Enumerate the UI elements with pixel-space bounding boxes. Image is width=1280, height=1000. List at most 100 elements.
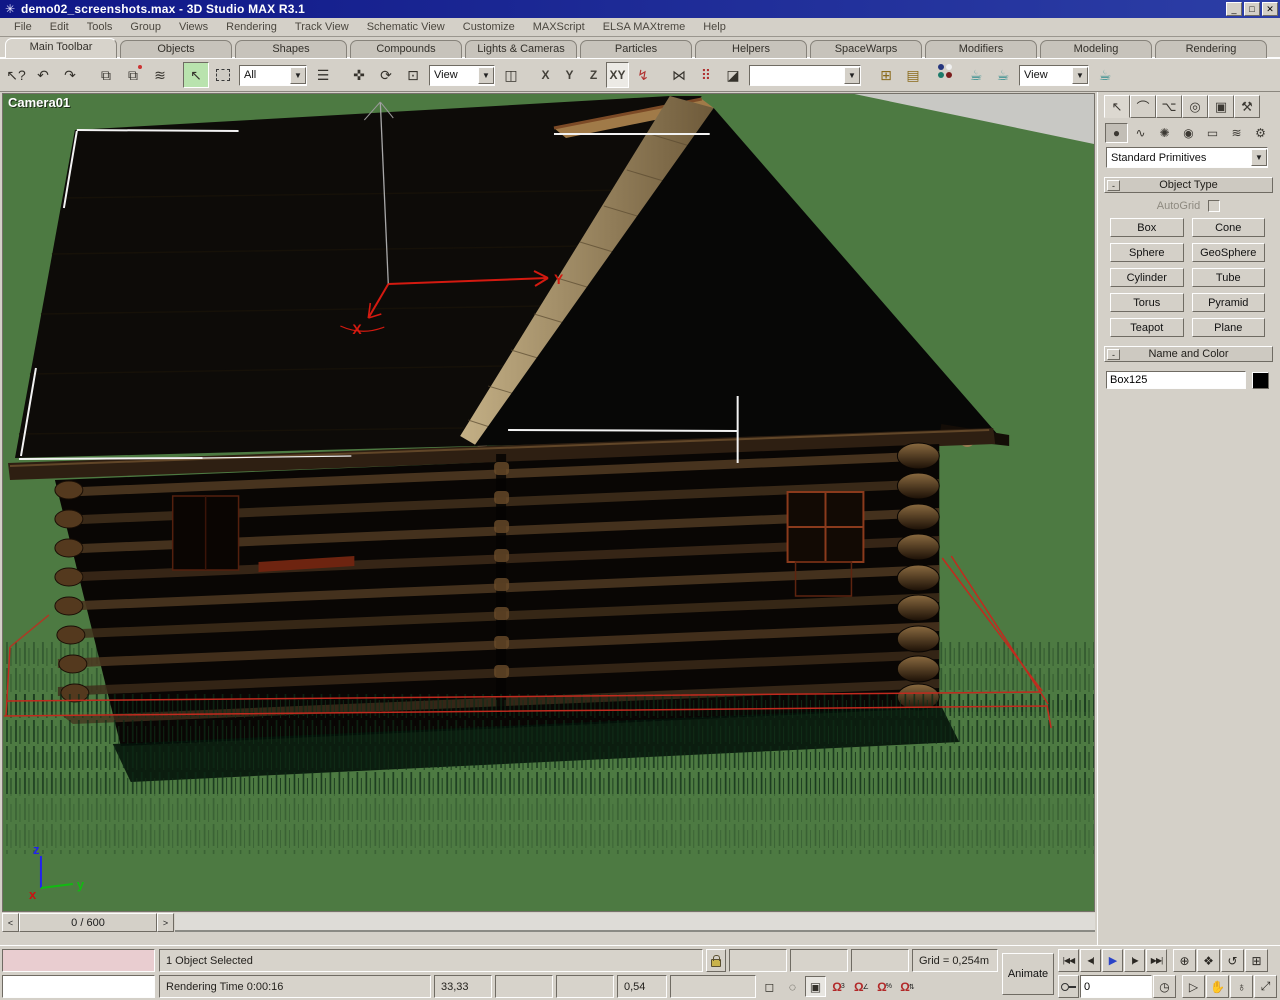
create-tab[interactable]: ↖ (1104, 95, 1130, 118)
degradation-override-icon[interactable]: ▣ (805, 976, 826, 997)
lights-category-icon[interactable]: ✺ (1153, 123, 1176, 143)
box-button[interactable]: Box (1110, 218, 1184, 237)
time-configuration-button[interactable]: ◷ (1153, 975, 1176, 998)
render-type-combo[interactable]: View ▼ (1019, 65, 1089, 86)
menu-rendering[interactable]: Rendering (217, 19, 286, 35)
undo-icon[interactable]: ↶ (30, 62, 56, 88)
menu-maxscript[interactable]: MAXScript (524, 19, 594, 35)
render-last-icon[interactable]: ☕ (1092, 62, 1118, 88)
tab-modeling[interactable]: Modeling (1040, 40, 1152, 58)
chevron-down-icon[interactable]: ▼ (290, 67, 306, 84)
close-button[interactable]: ✕ (1262, 2, 1278, 16)
menu-customize[interactable]: Customize (454, 19, 524, 35)
select-and-move-icon[interactable]: ✜ (346, 62, 372, 88)
selection-lock-button[interactable] (706, 949, 726, 972)
object-name-field[interactable]: Box125 (1106, 371, 1246, 389)
ik-toggle-icon[interactable]: ↯ (630, 62, 656, 88)
minmax-toggle-icon[interactable]: ⤢ (1254, 975, 1277, 998)
chevron-down-icon[interactable]: ▼ (1072, 67, 1088, 84)
tab-shapes[interactable]: Shapes (235, 40, 347, 58)
hierarchy-tab[interactable]: ⌥ (1156, 95, 1182, 118)
time-next-button[interactable]: > (157, 913, 174, 932)
minimize-button[interactable]: _ (1226, 2, 1242, 16)
geometry-category-icon[interactable]: ● (1105, 123, 1128, 143)
category-dropdown[interactable]: Standard Primitives ▼ (1106, 147, 1268, 168)
go-to-end-button[interactable]: ▶▶| (1146, 949, 1167, 972)
zoom-extents-icon[interactable]: ▷ (1182, 975, 1205, 998)
reference-coordinate-combo[interactable]: View ▼ (429, 65, 495, 86)
spinner-value-field[interactable]: 0,54 (617, 975, 667, 998)
listener-macro-field[interactable] (2, 949, 155, 972)
orbit-camera-icon[interactable]: ♁ (1230, 975, 1253, 998)
zoom-icon[interactable]: ⊕ (1173, 949, 1196, 972)
select-and-scale-icon[interactable]: ⊡ (400, 62, 426, 88)
motion-tab[interactable]: ◎ (1182, 95, 1208, 118)
arc-rotate-icon[interactable]: ↺ (1221, 949, 1244, 972)
modify-tab[interactable]: ⌒ (1130, 95, 1156, 118)
named-selection-sets-combo[interactable]: ▼ (749, 65, 861, 86)
menu-help[interactable]: Help (694, 19, 735, 35)
cylinder-button[interactable]: Cylinder (1110, 268, 1184, 287)
tab-compounds[interactable]: Compounds (350, 40, 462, 58)
utilities-tab[interactable]: ⚒ (1234, 95, 1260, 118)
help-mode-icon[interactable]: ↖? (3, 62, 29, 88)
bind-to-spacewarp-icon[interactable]: ≋ (147, 62, 173, 88)
torus-button[interactable]: Torus (1110, 293, 1184, 312)
tab-main-toolbar[interactable]: Main Toolbar (5, 38, 117, 58)
sphere-button[interactable]: Sphere (1110, 243, 1184, 262)
tab-spacewarps[interactable]: SpaceWarps (810, 40, 922, 58)
use-pivot-center-icon[interactable]: ◫ (498, 62, 524, 88)
current-frame-field[interactable]: 0 (1080, 975, 1152, 998)
region-select-icon[interactable] (210, 62, 236, 88)
maximize-button[interactable]: □ (1244, 2, 1260, 16)
tab-objects[interactable]: Objects (120, 40, 232, 58)
helpers-category-icon[interactable]: ▭ (1201, 123, 1224, 143)
menu-schematic-view[interactable]: Schematic View (358, 19, 454, 35)
cone-button[interactable]: Cone (1192, 218, 1266, 237)
select-object-icon[interactable]: ↖ (183, 62, 209, 88)
select-and-link-icon[interactable]: ⧉ (93, 62, 119, 88)
pan-icon[interactable]: ✋ (1206, 975, 1229, 998)
open-trackview-icon[interactable]: ▤ (900, 62, 926, 88)
previous-frame-button[interactable]: ◀| (1080, 949, 1101, 972)
angle-snap-icon[interactable]: Ω∠ (851, 976, 872, 997)
collapse-icon[interactable]: - (1107, 180, 1120, 191)
autogrid-checkbox[interactable] (1208, 200, 1220, 212)
coordinate-x-field[interactable]: 33,33 (434, 975, 492, 998)
viewport-label[interactable]: Camera01 (8, 95, 70, 110)
menu-tools[interactable]: Tools (78, 19, 122, 35)
restrict-xy-button[interactable]: XY (606, 62, 629, 88)
restrict-y-button[interactable]: Y (558, 62, 581, 88)
tab-helpers[interactable]: Helpers (695, 40, 807, 58)
cameras-category-icon[interactable]: ◉ (1177, 123, 1200, 143)
array-icon[interactable]: ⠿ (693, 62, 719, 88)
pyramid-button[interactable]: Pyramid (1192, 293, 1266, 312)
camera-viewport[interactable]: Y X (2, 93, 1095, 912)
next-frame-button[interactable]: |▶ (1124, 949, 1145, 972)
time-prev-button[interactable]: < (2, 913, 19, 932)
time-slider-thumb[interactable]: 0 / 600 (19, 913, 157, 932)
menu-track-view[interactable]: Track View (286, 19, 358, 35)
menu-file[interactable]: File (5, 19, 41, 35)
tab-modifiers[interactable]: Modifiers (925, 40, 1037, 58)
menu-group[interactable]: Group (121, 19, 170, 35)
snap-toggle-icon[interactable]: Ω3 (828, 976, 849, 997)
selection-region-icon[interactable]: ◌ (782, 976, 803, 997)
chevron-down-icon[interactable]: ▼ (844, 67, 860, 84)
restrict-z-button[interactable]: Z (582, 62, 605, 88)
align-icon[interactable]: ⊞ (873, 62, 899, 88)
coordinate-y-field[interactable] (495, 975, 553, 998)
teapot-button[interactable]: Teapot (1110, 318, 1184, 337)
tab-rendering[interactable]: Rendering (1155, 40, 1267, 58)
geosphere-button[interactable]: GeoSphere (1192, 243, 1266, 262)
key-mode-button[interactable] (1058, 975, 1079, 998)
region-zoom-icon[interactable]: ⊞ (1245, 949, 1268, 972)
selection-filter-combo[interactable]: All ▼ (239, 65, 307, 86)
systems-category-icon[interactable]: ⚙ (1249, 123, 1272, 143)
coordinate-z-field[interactable] (556, 975, 614, 998)
object-type-rollout-header[interactable]: - Object Type (1104, 177, 1273, 193)
tab-lights-cameras[interactable]: Lights & Cameras (465, 40, 577, 58)
display-tab[interactable]: ▣ (1208, 95, 1234, 118)
menu-edit[interactable]: Edit (41, 19, 78, 35)
plane-button[interactable]: Plane (1192, 318, 1266, 337)
